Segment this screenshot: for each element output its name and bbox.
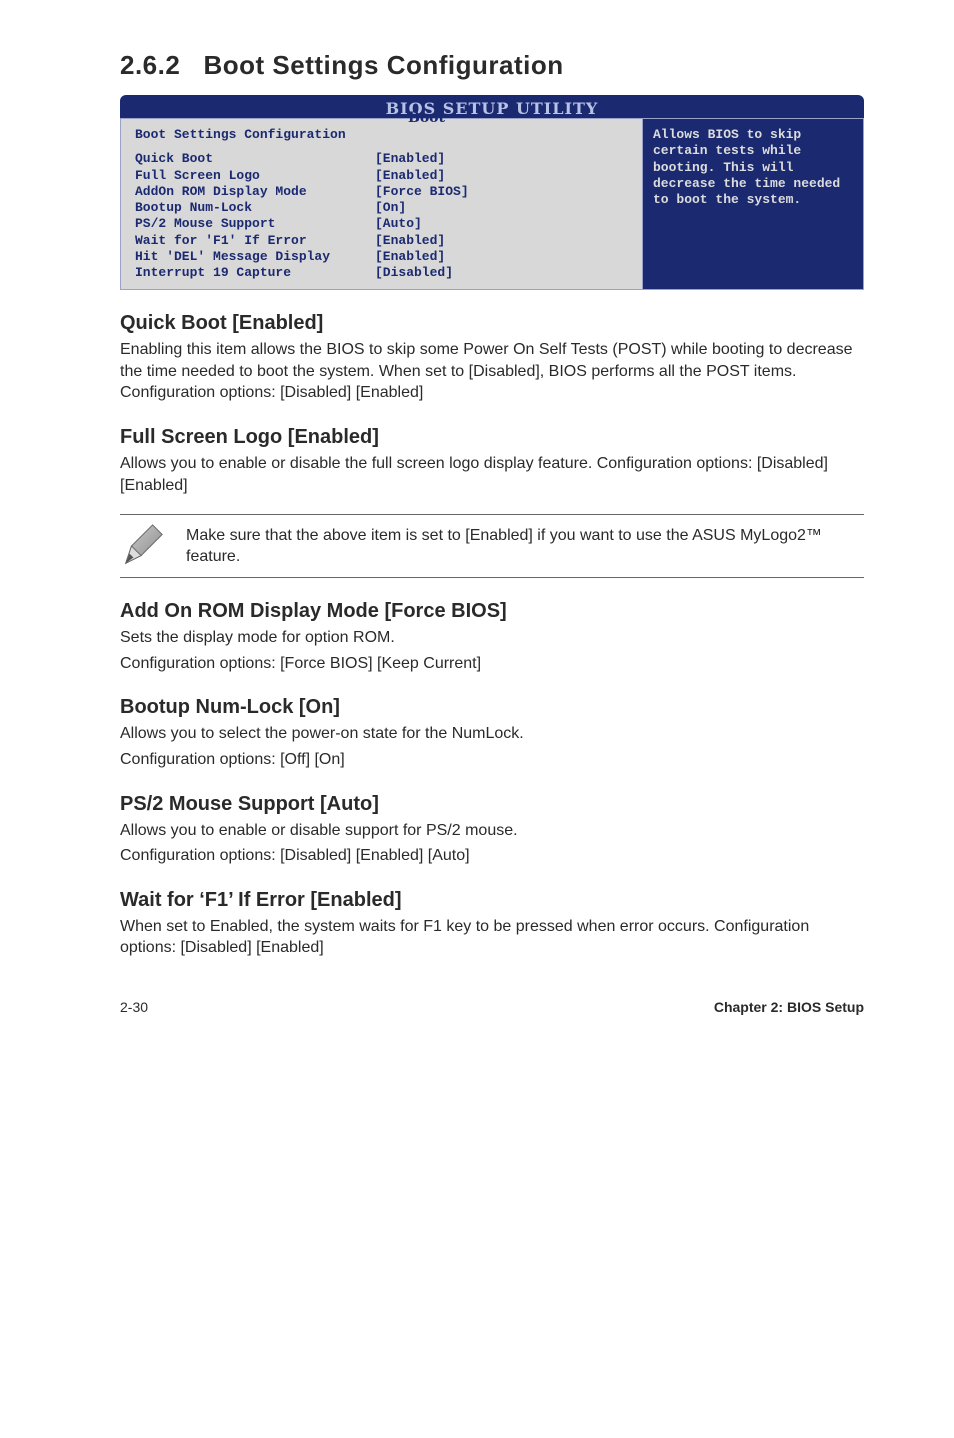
- note-box: Make sure that the above item is set to …: [120, 514, 864, 578]
- bios-settings-pane: Boot Settings Configuration Quick Boot[E…: [120, 118, 642, 290]
- bios-key: AddOn ROM Display Mode: [135, 184, 375, 200]
- item-body: Configuration options: [Force BIOS] [Kee…: [120, 653, 864, 675]
- bios-row[interactable]: Interrupt 19 Capture[Disabled]: [135, 265, 632, 281]
- bios-val: [Enabled]: [375, 168, 632, 184]
- bios-row[interactable]: Quick Boot[Enabled]: [135, 151, 632, 167]
- bios-key: Bootup Num-Lock: [135, 200, 375, 216]
- bios-val: [Force BIOS]: [375, 184, 632, 200]
- bios-key: Full Screen Logo: [135, 168, 375, 184]
- item-heading-full-screen: Full Screen Logo [Enabled]: [120, 426, 864, 449]
- bios-key: PS/2 Mouse Support: [135, 216, 375, 232]
- page: 2.6.2 Boot Settings Configuration BIOS S…: [0, 0, 954, 1045]
- item-heading-numlock: Bootup Num-Lock [On]: [120, 696, 864, 719]
- item-heading-wait-f1: Wait for ‘F1’ If Error [Enabled]: [120, 889, 864, 912]
- bios-row[interactable]: Bootup Num-Lock[On]: [135, 200, 632, 216]
- item-body: Sets the display mode for option ROM.: [120, 627, 864, 649]
- bios-panel: BIOS SETUP UTILITY Boot Boot Settings Co…: [120, 95, 864, 290]
- section-heading: 2.6.2 Boot Settings Configuration: [120, 50, 864, 81]
- bios-val: [Enabled]: [375, 249, 632, 265]
- bios-key: Quick Boot: [135, 151, 375, 167]
- bios-help-pane: Allows BIOS to skip certain tests while …: [642, 118, 864, 290]
- bios-row[interactable]: Full Screen Logo[Enabled]: [135, 168, 632, 184]
- bios-row[interactable]: AddOn ROM Display Mode[Force BIOS]: [135, 184, 632, 200]
- bios-row[interactable]: Wait for 'F1' If Error[Enabled]: [135, 233, 632, 249]
- item-body: Enabling this item allows the BIOS to sk…: [120, 339, 864, 404]
- section-number: 2.6.2: [120, 50, 180, 80]
- bios-row[interactable]: PS/2 Mouse Support[Auto]: [135, 216, 632, 232]
- bios-val: [Enabled]: [375, 233, 632, 249]
- bios-key: Wait for 'F1' If Error: [135, 233, 375, 249]
- bios-row[interactable]: Hit 'DEL' Message Display[Enabled]: [135, 249, 632, 265]
- page-footer: 2-30 Chapter 2: BIOS Setup: [120, 999, 864, 1015]
- bios-help-text: Allows BIOS to skip certain tests while …: [653, 127, 840, 207]
- item-body: Allows you to enable or disable the full…: [120, 453, 864, 496]
- bios-panel-title: Boot Settings Configuration: [135, 127, 632, 143]
- bios-key: Interrupt 19 Capture: [135, 265, 375, 281]
- bios-val: [On]: [375, 200, 632, 216]
- item-heading-addon-rom: Add On ROM Display Mode [Force BIOS]: [120, 600, 864, 623]
- item-body: Allows you to enable or disable support …: [120, 820, 864, 842]
- text: Enabling this item allows the BIOS to sk…: [120, 341, 852, 380]
- bios-val: [Disabled]: [375, 265, 632, 281]
- bios-key: Hit 'DEL' Message Display: [135, 249, 375, 265]
- item-heading-ps2: PS/2 Mouse Support [Auto]: [120, 793, 864, 816]
- bios-body: Boot Settings Configuration Quick Boot[E…: [120, 118, 864, 290]
- page-number: 2-30: [120, 999, 148, 1015]
- pencil-icon: [120, 523, 166, 569]
- item-body: Configuration options: [Disabled] [Enabl…: [120, 845, 864, 867]
- item-heading-quick-boot: Quick Boot [Enabled]: [120, 312, 864, 335]
- item-body: Configuration options: [Off] [On]: [120, 749, 864, 771]
- bios-val: [Auto]: [375, 216, 632, 232]
- text: Configuration options: [Disabled] [Enabl…: [120, 384, 423, 401]
- section-title-text: Boot Settings Configuration: [204, 50, 564, 80]
- note-text: Make sure that the above item is set to …: [186, 525, 858, 568]
- bios-header-title: BIOS SETUP UTILITY: [120, 99, 864, 118]
- item-body: Allows you to select the power-on state …: [120, 723, 864, 745]
- bios-header: BIOS SETUP UTILITY Boot: [120, 95, 864, 118]
- item-body: When set to Enabled, the system waits fo…: [120, 916, 864, 959]
- chapter-label: Chapter 2: BIOS Setup: [714, 999, 864, 1015]
- bios-val: [Enabled]: [375, 151, 632, 167]
